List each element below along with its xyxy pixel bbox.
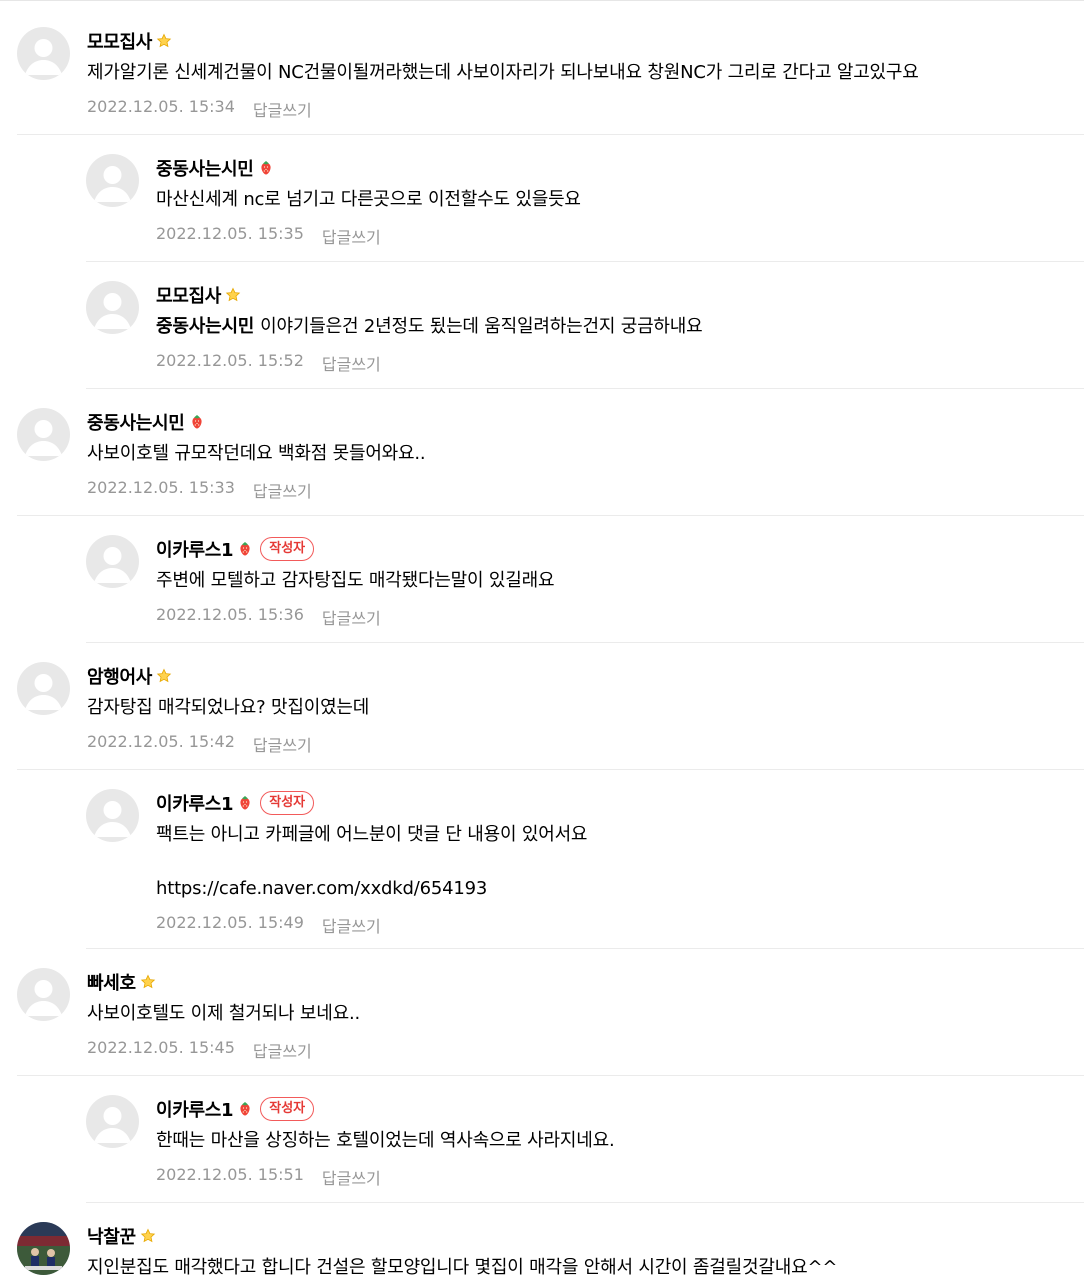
comment-link[interactable]: https://cafe.naver.com/xxdkd/654193 [156,876,1076,902]
comment-nickname[interactable]: 이카루스1 [156,790,234,816]
comment-nickname[interactable]: 낙찰꾼 [87,1223,136,1249]
strawberry-grade-icon [240,796,250,810]
comment-nickname[interactable]: 중동사는시민 [87,409,185,435]
comment-text: 한때는 마산을 상징하는 호텔이었는데 역사속으로 사라지네요. [156,1130,615,1151]
avatar-photo[interactable] [17,1222,70,1275]
comment-date: 2022.12.05. 15:35 [156,224,304,243]
reply-comment-item: 이카루스1 작성자 한때는 마산을 상징하는 호텔이었는데 역사속으로 사라지네… [86,1076,1084,1203]
author-badge: 작성자 [260,1097,315,1121]
comment-item: 낙찰꾼 지인분집도 매각했다고 합니다 건설은 할모양입니다 몇집이 매각을 안… [17,1203,1084,1286]
comment-text: 중동사는시민 이야기들은건 2년정도 됬는데 움직일려하는건지 궁금하내요 [156,314,1076,340]
strawberry-grade-icon [191,415,202,429]
comment-text: 주변에 모텔하고 감자탕집도 매각됐다는말이 있길래요 [156,570,555,591]
strawberry-grade-icon [240,1102,250,1116]
strawberry-grade-icon [240,542,250,556]
comment-item: 빠세호 사보이호텔도 이제 철거되나 보네요.. 2022.12.05. 15:… [17,949,1084,1076]
reply-comment-item: 이카루스1 작성자 주변에 모텔하고 감자탕집도 매각됐다는말이 있길래요 20… [86,516,1084,643]
comment-nickname[interactable]: 이카루스1 [156,536,234,562]
avatar[interactable] [86,1095,139,1148]
default-profile-icon [25,39,62,75]
avatar[interactable] [86,789,139,842]
strawberry-grade-icon [260,161,271,175]
comment-date: 2022.12.05. 15:51 [156,1165,304,1184]
comment-date: 2022.12.05. 15:52 [156,351,304,370]
default-profile-icon [94,801,131,837]
star-grade-icon [140,974,156,989]
default-profile-icon [94,293,131,329]
avatar[interactable] [86,535,139,588]
comment-date: 2022.12.05. 15:49 [156,913,304,932]
comment-text-body: 이야기들은건 2년정도 됬는데 움직일려하는건지 궁금하내요 [260,316,703,337]
reply-button[interactable]: 답글쓰기 [322,605,381,629]
reply-button[interactable]: 답글쓰기 [253,1038,312,1062]
comment-nickname[interactable]: 모모집사 [87,28,152,54]
author-badge: 작성자 [260,537,315,561]
star-grade-icon [140,1228,156,1243]
comment-nickname[interactable]: 모모집사 [156,282,221,308]
star-grade-icon [225,287,241,302]
reply-comment-item: 모모집사 중동사는시민 이야기들은건 2년정도 됬는데 움직일려하는건지 궁금하내… [86,262,1084,389]
avatar[interactable] [17,968,70,1021]
author-badge: 작성자 [260,791,315,815]
reply-button[interactable]: 답글쓰기 [253,732,312,756]
default-profile-icon [25,674,62,710]
comment-text: 지인분집도 매각했다고 합니다 건설은 할모양입니다 몇집이 매각을 안해서 시… [87,1257,838,1278]
comment-nickname[interactable]: 중동사는시민 [156,155,254,181]
avatar[interactable] [17,27,70,80]
reply-button[interactable]: 답글쓰기 [253,478,312,502]
comment-date: 2022.12.05. 15:42 [87,732,235,751]
star-grade-icon [156,33,172,48]
avatar[interactable] [86,154,139,207]
comment-text: 사보이호텔 규모작던데요 백화점 못들어와요.. [87,443,426,464]
reply-comment-item: 중동사는시민 마산신세계 nc로 넘기고 다른곳으로 이전할수도 있을듯요 20… [86,135,1084,262]
comment-date: 2022.12.05. 15:45 [87,1038,235,1057]
comment-item: 암행어사 감자탕집 매각되었나요? 맛집이였는데 2022.12.05. 15:… [17,643,1084,770]
default-profile-icon [25,980,62,1016]
avatar[interactable] [17,662,70,715]
comment-text: 제가알기론 신세계건물이 NC건물이될꺼라했는데 사보이자리가 되나보내요 창원… [87,62,919,83]
comment-text-body: 팩트는 아니고 카페글에 어느분이 댓글 단 내용이 있어서요 [156,824,588,845]
reply-button[interactable]: 답글쓰기 [322,1165,381,1189]
comment-nickname[interactable]: 이카루스1 [156,1096,234,1122]
comment-date: 2022.12.05. 15:33 [87,478,235,497]
default-profile-icon [94,166,131,202]
comment-item: 모모집사 제가알기론 신세계건물이 NC건물이될꺼라했는데 사보이자리가 되나보… [17,8,1084,135]
comment-date: 2022.12.05. 15:34 [87,97,235,116]
default-profile-icon [94,1107,131,1143]
comment-text: 마산신세계 nc로 넘기고 다른곳으로 이전할수도 있을듯요 [156,189,581,210]
profile-photo-icon [17,1222,70,1275]
reply-comment-item: 이카루스1 작성자 팩트는 아니고 카페글에 어느분이 댓글 단 내용이 있어서… [86,770,1084,949]
reply-button[interactable]: 답글쓰기 [322,913,381,937]
star-grade-icon [156,668,172,683]
mention-nickname[interactable]: 중동사는시민 [156,316,254,337]
reply-button[interactable]: 답글쓰기 [322,224,381,248]
comment-text: 감자탕집 매각되었나요? 맛집이였는데 [87,697,370,718]
default-profile-icon [94,547,131,583]
top-divider [0,0,1084,1]
comment-text: 팩트는 아니고 카페글에 어느분이 댓글 단 내용이 있어서요 https://… [156,822,1076,902]
reply-button[interactable]: 답글쓰기 [322,351,381,375]
comment-nickname[interactable]: 암행어사 [87,663,152,689]
avatar[interactable] [17,408,70,461]
avatar[interactable] [86,281,139,334]
comment-nickname[interactable]: 빠세호 [87,969,136,995]
comment-item: 중동사는시민 사보이호텔 규모작던데요 백화점 못들어와요.. 2022.12.… [17,389,1084,516]
comment-text: 사보이호텔도 이제 철거되나 보네요.. [87,1003,361,1024]
default-profile-icon [25,420,62,456]
reply-button[interactable]: 답글쓰기 [253,97,312,121]
comment-date: 2022.12.05. 15:36 [156,605,304,624]
